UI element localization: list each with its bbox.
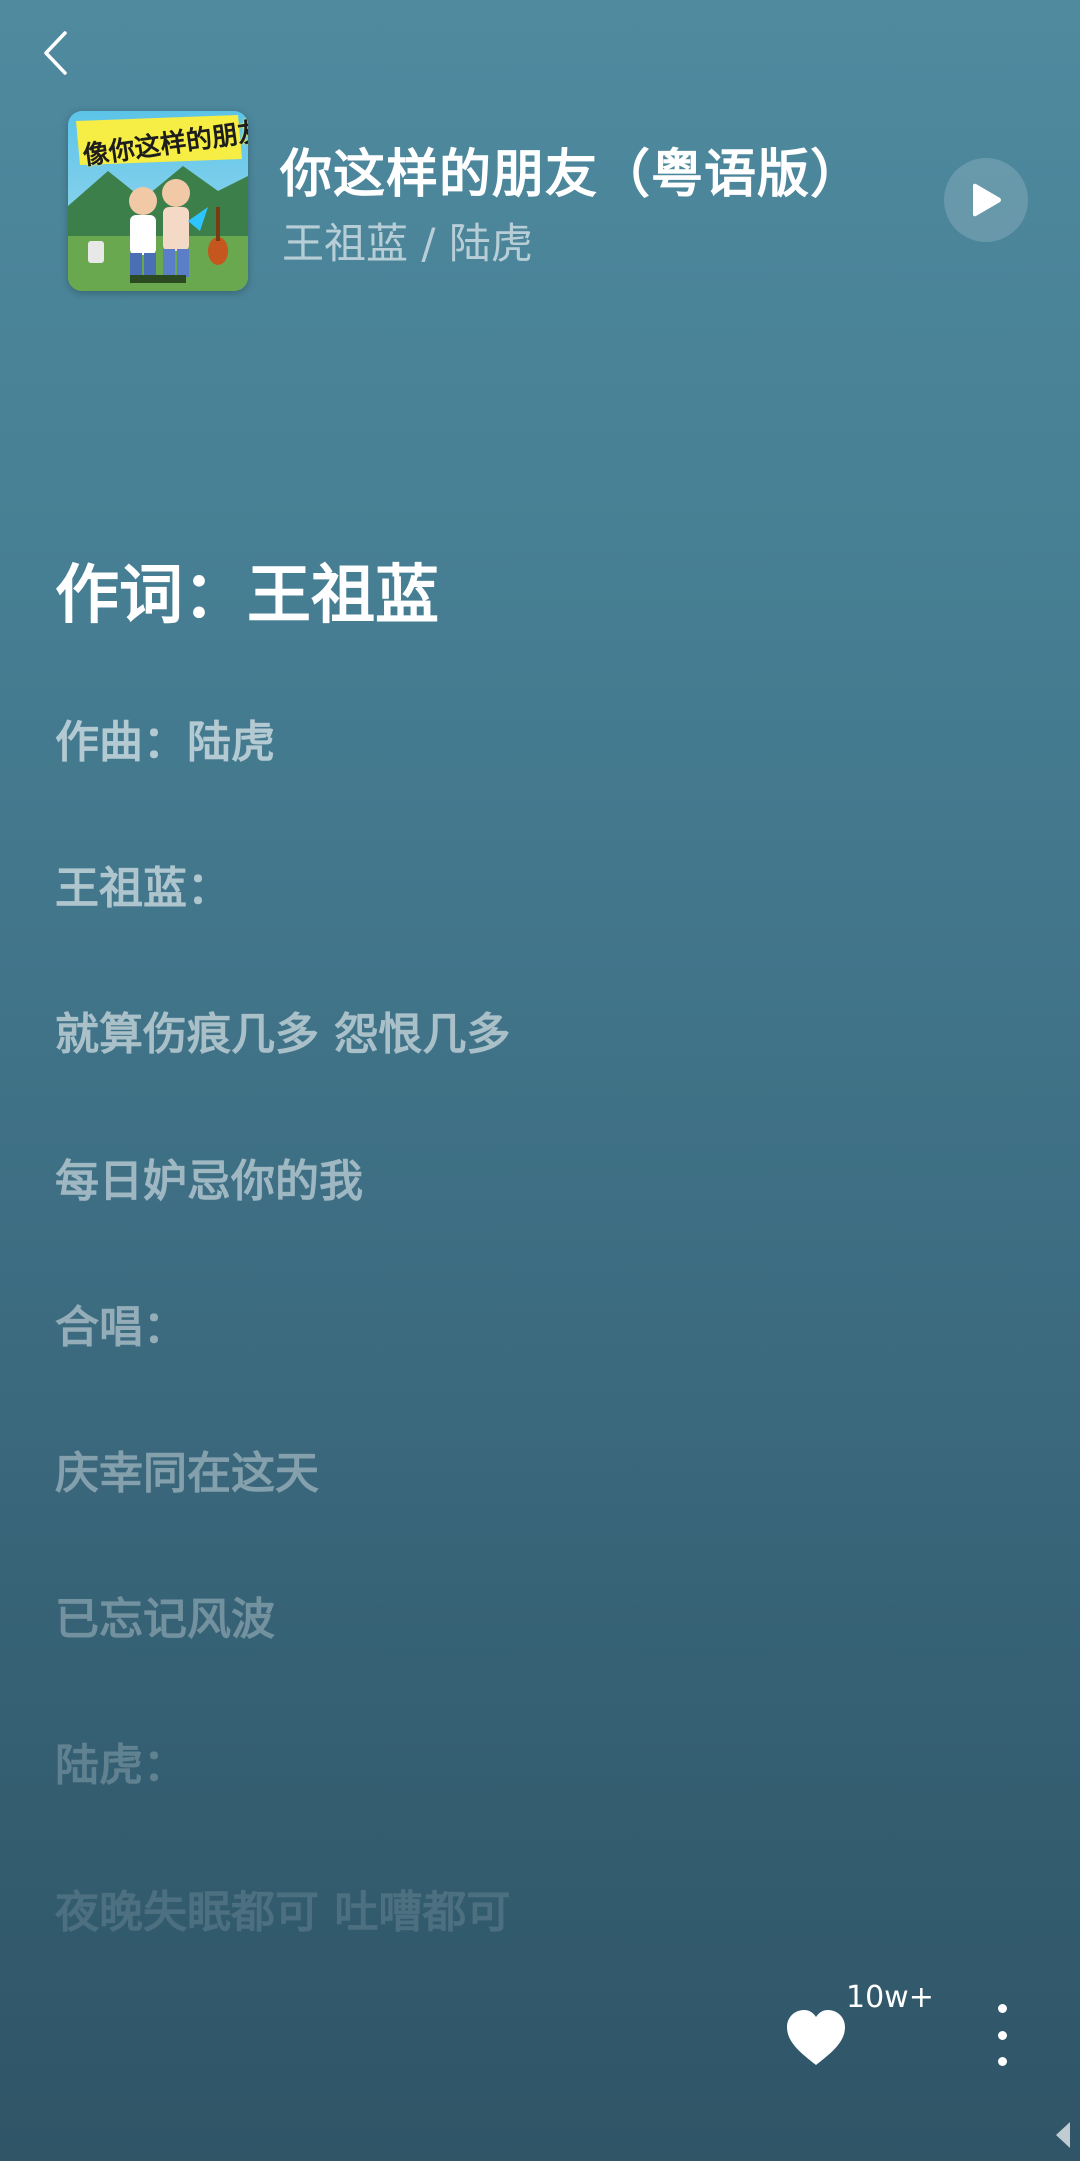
lyric-line[interactable]: 王祖蓝： xyxy=(55,852,231,916)
corner-arrow-icon xyxy=(1056,2122,1070,2148)
lyric-line[interactable]: 就算伤痕几多 怨恨几多 xyxy=(55,998,510,1062)
song-title: 你这样的朋友（粤语版） xyxy=(280,145,864,205)
chevron-left-icon xyxy=(44,31,67,75)
more-vertical-icon-dot xyxy=(997,2004,1007,2013)
lyric-line[interactable]: 夜晚失眠都可 吐嘈都可 xyxy=(55,1876,510,1940)
lyric-line-active[interactable]: 作词：王祖蓝 xyxy=(55,544,439,636)
lyric-line[interactable]: 庆幸同在这天 xyxy=(55,1437,319,1501)
lyric-line[interactable]: 作曲：陆虎 xyxy=(55,706,275,770)
more-vertical-icon-dot xyxy=(997,2057,1007,2066)
song-artists[interactable]: 王祖蓝 / 陆虎 xyxy=(282,210,533,271)
lyric-line[interactable]: 每日妒忌你的我 xyxy=(55,1145,363,1209)
like-button[interactable] xyxy=(784,2008,848,2068)
back-button[interactable] xyxy=(30,22,82,84)
more-vertical-icon-dot xyxy=(997,2030,1007,2040)
heart-icon xyxy=(787,2010,845,2065)
play-button[interactable] xyxy=(944,158,1028,242)
lyric-line[interactable]: 已忘记风波 xyxy=(55,1583,275,1647)
lyric-line[interactable]: 陆虎： xyxy=(55,1729,187,1793)
like-count: 10w+ xyxy=(846,1980,934,2015)
lyric-line[interactable]: 合唱： xyxy=(55,1291,187,1355)
play-icon xyxy=(973,183,1001,217)
more-options-button[interactable] xyxy=(982,2004,1022,2066)
album-cover[interactable]: 像你这样的朋友 xyxy=(68,111,248,291)
